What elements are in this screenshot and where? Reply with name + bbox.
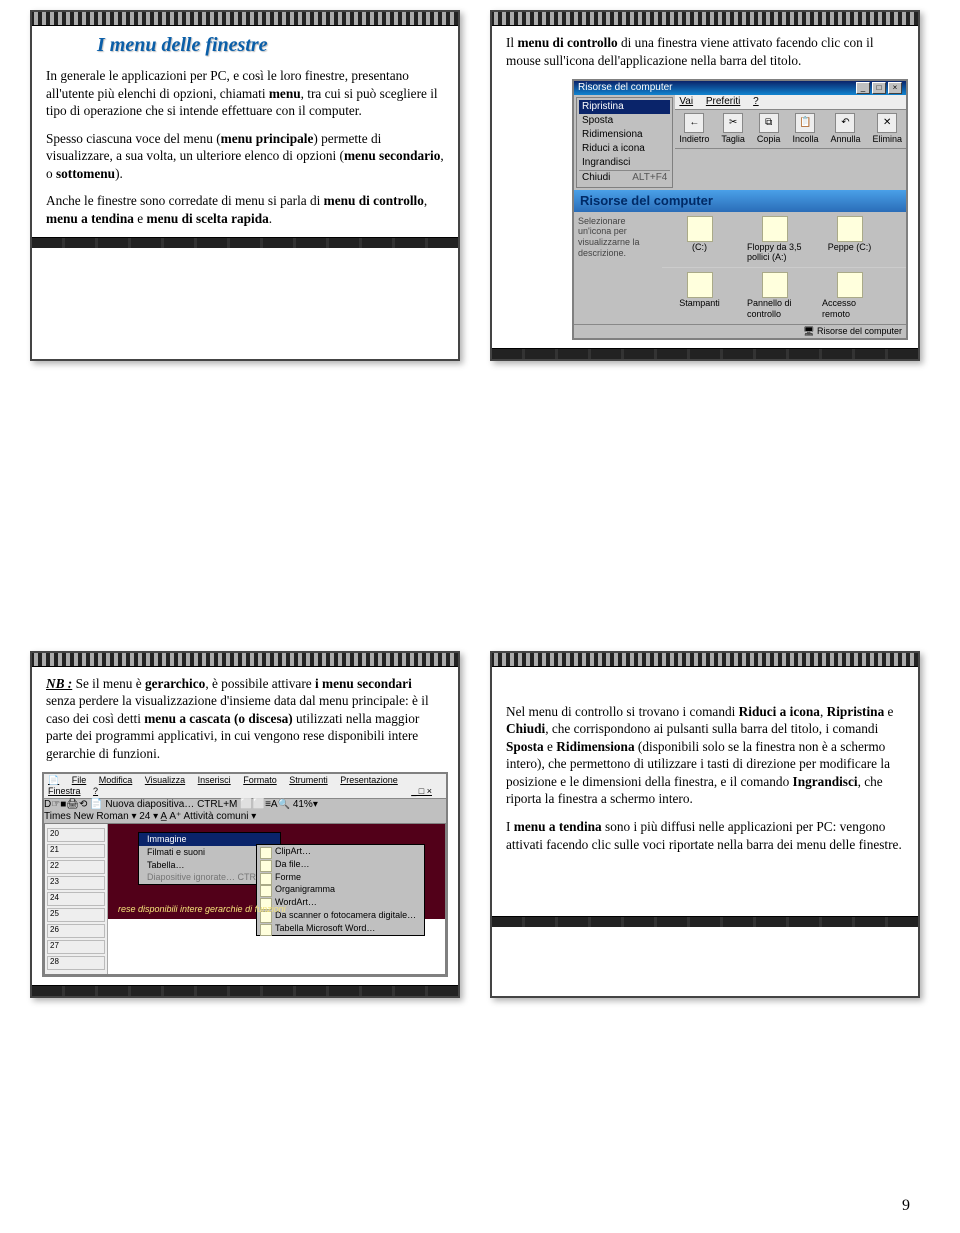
stage-caption: rese disponibili intere gerarchie di fun… <box>118 904 435 915</box>
left-hint: Selezionare un'icona per visualizzarne l… <box>574 212 662 324</box>
printers-icon[interactable]: Stampanti <box>672 272 727 320</box>
menubar[interactable]: Vai Preferiti ? <box>675 95 906 110</box>
ppt-stage: Immagine Filmati e suoni Tabella… Diapos… <box>108 824 445 919</box>
titlebar: Risorse del computer _ □ × <box>574 81 906 95</box>
ctrlmenu-ridimensiona[interactable]: Ridimensiona <box>579 128 670 142</box>
ppt-menubar[interactable]: 📄 File Modifica Visualizza Inserisci For… <box>44 774 446 799</box>
slide3-nb: NB : Se il menu è gerarchico, è possibil… <box>46 675 444 763</box>
tb-elimina[interactable]: ✕Elimina <box>872 113 902 145</box>
statusbar: 🖥 Risorse del computer <box>574 324 906 338</box>
ppt-toolbar-1: D☞■🖨⟲ 📄 Nuova diapositiva… CTRL+M ⬜⬜≡A🔍 … <box>44 799 446 811</box>
ppt-toolbar-2: Times New Roman ▾ 24 ▾ A̲ A⁺ Attività co… <box>44 811 446 823</box>
ppt-window: 📄 File Modifica Visualizza Inserisci For… <box>42 772 448 977</box>
slide1-p1: In generale le applicazioni per PC, e co… <box>46 67 444 120</box>
icons-row-1: (C:) Floppy da 3,5 pollici (A:) Peppe (C… <box>662 212 906 269</box>
slide-2: Il menu di controllo di una finestra vie… <box>490 10 920 361</box>
filmstrip-bottom <box>492 348 918 359</box>
floppy-icon[interactable]: Floppy da 3,5 pollici (A:) <box>747 216 802 264</box>
filmstrip-bottom <box>492 916 918 927</box>
ctrlmenu-sposta[interactable]: Sposta <box>579 114 670 128</box>
size-select[interactable]: 24 <box>139 811 150 822</box>
tb-taglia[interactable]: ✂Taglia <box>721 113 745 145</box>
close-icon[interactable]: × <box>888 82 902 94</box>
tb-annulla[interactable]: ↶Annulla <box>830 113 860 145</box>
tb-copia[interactable]: ⧉Copia <box>757 113 781 145</box>
drive-peppe-icon[interactable]: Peppe (C:) <box>822 216 877 264</box>
page-number: 9 <box>902 1197 910 1215</box>
tb-incolla[interactable]: 📋Incolla <box>792 113 818 145</box>
ctrlmenu-riduci[interactable]: Riduci a icona <box>579 142 670 156</box>
ctrlmenu-ripristina[interactable]: Ripristina <box>579 100 670 114</box>
minimize-icon[interactable]: _ <box>856 82 870 94</box>
nb-label: NB : <box>46 676 72 691</box>
window-banner: Risorse del computer <box>574 190 906 212</box>
ppt-outline[interactable]: 20 21 22 23 24 25 26 27 28 <box>45 824 108 974</box>
control-menu[interactable]: Ripristina Sposta Ridimensiona Riduci a … <box>576 97 673 188</box>
tb-indietro[interactable]: ←Indietro <box>679 113 709 145</box>
filmstrip-top <box>492 12 918 26</box>
slide4-p2: I menu a tendina sono i più diffusi nell… <box>506 818 904 853</box>
icons-row-2: Stampanti Pannello di controllo Accesso … <box>662 268 906 324</box>
slide2-intro: Il menu di controllo di una finestra vie… <box>506 34 904 69</box>
image-submenu[interactable]: ClipArt… Da file… Forme Organigramma Wor… <box>256 844 425 936</box>
slide1-p2: Spesso ciascuna voce del menu (menu prin… <box>46 130 444 183</box>
slide1-p3: Anche le finestre sono corredate di menu… <box>46 192 444 227</box>
slide-3: NB : Se il menu è gerarchico, è possibil… <box>30 651 460 998</box>
ctrlmenu-chiudi[interactable]: Chiudi ALT+F4 <box>579 170 670 185</box>
window-title: Risorse del computer <box>578 82 672 94</box>
remote-icon[interactable]: Accesso remoto <box>822 272 877 320</box>
slide-4: Nel menu di controllo si trovano i coman… <box>490 651 920 998</box>
toolbar: ←Indietro ✂Taglia ⧉Copia 📋Incolla ↶Annul… <box>675 110 906 149</box>
row-1: I menu delle finestre In generale le app… <box>30 10 930 361</box>
embedded-window: Risorse del computer _ □ × Ripristina Sp… <box>572 79 908 340</box>
filmstrip-top <box>492 653 918 667</box>
row-2: NB : Se il menu è gerarchico, è possibil… <box>30 651 930 998</box>
ctrlmenu-ingrandisci[interactable]: Ingrandisci <box>579 156 670 170</box>
maximize-icon[interactable]: □ <box>872 82 886 94</box>
filmstrip-top <box>32 12 458 26</box>
font-select[interactable]: Times New Roman <box>44 811 129 822</box>
filmstrip-top <box>32 653 458 667</box>
filmstrip-bottom <box>32 237 458 248</box>
slide4-p1: Nel menu di controllo si trovano i coman… <box>506 703 904 808</box>
controlpanel-icon[interactable]: Pannello di controllo <box>747 272 802 320</box>
slide-1: I menu delle finestre In generale le app… <box>30 10 460 361</box>
ppt-newslide[interactable]: 📄 Nuova diapositiva… <box>90 799 194 810</box>
filmstrip-bottom <box>32 985 458 996</box>
drive-icon[interactable]: (C:) <box>672 216 727 264</box>
slide-title: I menu delle finestre <box>97 34 448 57</box>
